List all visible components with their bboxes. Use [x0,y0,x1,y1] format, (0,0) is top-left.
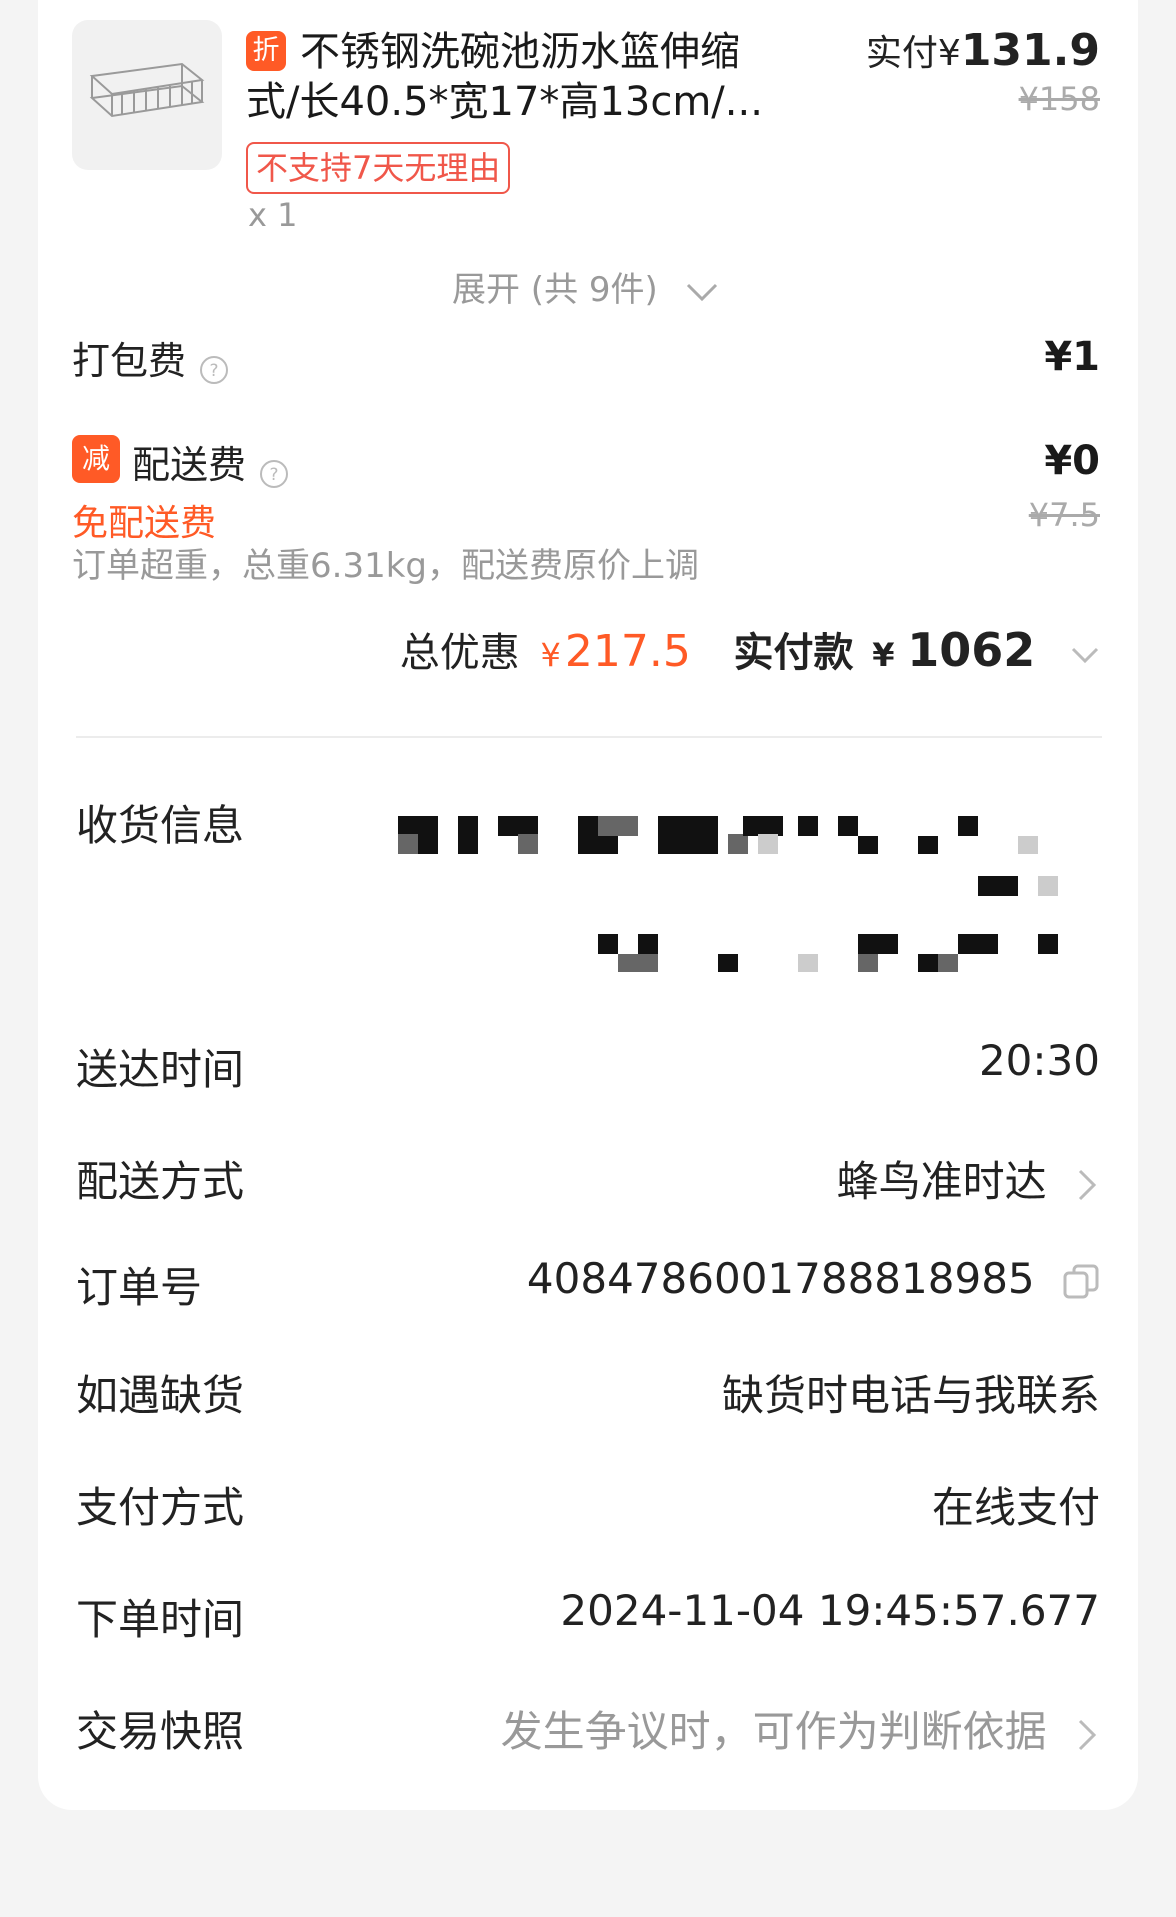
address-pixelated [398,800,1098,980]
svg-text:?: ? [270,465,279,485]
total-paid-label: 实付款 [733,630,854,676]
chevron-right-icon [1078,1719,1097,1750]
total-discount-label: 总优惠 [399,630,520,676]
delivery-method-value: 蜂鸟准时达 [836,1157,1047,1206]
svg-text:?: ? [210,361,219,381]
product-title-line1[interactable]: 不锈钢洗碗池沥水篮伸缩 [300,27,740,77]
order-number-row: 4084786001788818985 [527,1254,1100,1303]
order-time-value: 2024-11-04 19:45:57.677 [560,1586,1100,1635]
snapshot-value: 发生争议时，可作为判断依据 [500,1707,1047,1756]
order-detail-card: 折 不锈钢洗碗池沥水篮伸缩 式/长40.5*宽17*高13cm/... 不支持7… [38,0,1138,1810]
chevron-down-icon [686,283,717,301]
discount-tag: 折 [246,31,286,71]
total-paid-amount: 1062 [907,623,1036,677]
copy-icon[interactable] [1062,1263,1100,1301]
product-title-line2[interactable]: 式/长40.5*宽17*高13cm/... [246,77,763,127]
order-time-label: 下单时间 [76,1595,245,1644]
packing-fee-label: 打包费 [72,339,187,383]
delivery-time-value: 20:30 [978,1036,1100,1085]
out-of-stock-value: 缺货时电话与我联系 [721,1371,1100,1420]
packing-fee-amount: ¥1 [1044,334,1100,380]
totals-row[interactable]: 总优惠 ¥217.5 实付款 ¥ 1062 [400,620,1100,678]
overweight-note: 订单超重，总重6.31kg，配送费原价上调 [72,546,699,586]
snapshot-label: 交易快照 [76,1707,245,1756]
paid-price-amount: 131.9 [960,25,1100,76]
address-label: 收货信息 [76,801,245,850]
help-icon[interactable]: ? [199,355,229,385]
order-number-value: 4084786001788818985 [526,1254,1035,1303]
product-thumbnail[interactable] [72,20,222,170]
payment-method-label: 支付方式 [76,1483,245,1532]
payment-method-value: 在线支付 [931,1483,1100,1532]
no-return-badge: 不支持7天无理由 [246,142,511,194]
snapshot-row[interactable]: 发生争议时，可作为判断依据 [501,1698,1100,1759]
total-discount-currency: ¥ [540,636,561,674]
section-divider [76,736,1102,738]
delivery-time-label: 送达时间 [76,1045,245,1094]
delivery-fee-label: 配送费 [132,443,247,487]
reduction-tag: 减 [72,435,120,483]
expand-items-button[interactable]: 展开 (共 9件) [452,262,719,311]
delivery-fee-amount: ¥0 [1044,438,1100,484]
dish-rack-icon [89,62,205,118]
chevron-right-icon [1078,1169,1097,1200]
paid-price-label: 实付¥ [865,33,961,74]
out-of-stock-label: 如遇缺货 [76,1371,245,1420]
delivery-method-row[interactable]: 蜂鸟准时达 [837,1148,1100,1209]
product-quantity: x 1 [248,196,298,234]
product-paid-price: 实付¥131.9 [866,24,1100,76]
expand-label: 展开 (共 9件) [452,270,658,310]
product-original-price: ¥158 [1018,80,1100,118]
delivery-method-label: 配送方式 [76,1157,245,1206]
total-paid-currency: ¥ [872,636,895,674]
total-discount-amount: 217.5 [564,626,691,677]
chevron-down-icon [1071,647,1099,664]
delivery-fee-original: ¥7.5 [1028,496,1100,534]
delivery-fee-row: 配送费 ? [132,434,289,489]
order-number-label: 订单号 [76,1263,203,1312]
help-icon[interactable]: ? [259,459,289,489]
packing-fee-row: 打包费 ? [72,330,229,385]
